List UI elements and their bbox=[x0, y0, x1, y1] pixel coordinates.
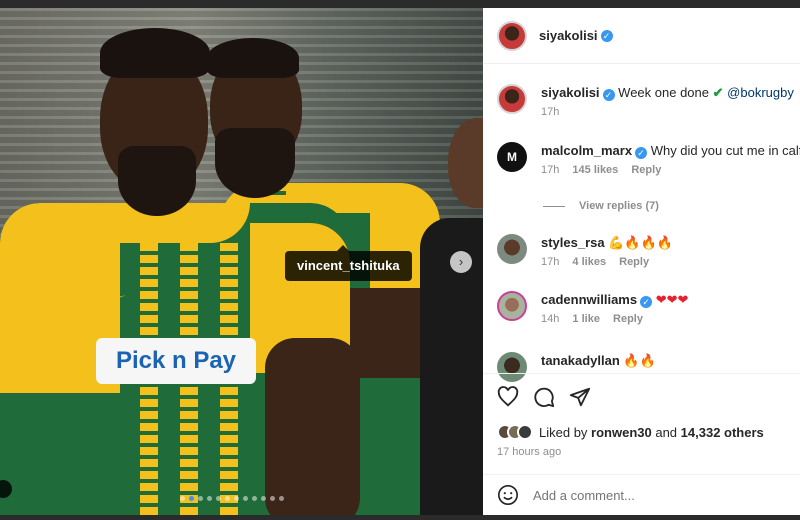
reply-button[interactable]: Reply bbox=[619, 256, 649, 268]
user-tag-label[interactable]: vincent_tshituka bbox=[285, 245, 412, 281]
comment-likes[interactable]: 4 likes bbox=[572, 256, 606, 268]
comment-username[interactable]: cadennwilliams bbox=[541, 292, 637, 307]
carousel-dot bbox=[234, 496, 239, 501]
add-comment-bar bbox=[483, 474, 800, 515]
chevron-right-icon[interactable]: › bbox=[450, 251, 472, 273]
carousel-dot bbox=[252, 496, 257, 501]
verified-badge-icon: ✓ bbox=[635, 147, 648, 159]
carousel-dot bbox=[261, 496, 266, 501]
comment-likes[interactable]: 145 likes bbox=[572, 164, 618, 176]
verified-badge-icon: ✓ bbox=[602, 89, 615, 101]
carousel-dots bbox=[180, 496, 284, 501]
comments-list[interactable]: siyakolisi ✓ Week one done ✔ @bokrugby 17… bbox=[483, 64, 800, 384]
comment-username[interactable]: tanakadyllan bbox=[541, 353, 620, 368]
comment-item: M malcolm_marx ✓ Why did you cut me in ca… bbox=[497, 142, 800, 176]
comment-username[interactable]: siyakolisi bbox=[541, 85, 600, 100]
liker-avatar bbox=[517, 424, 533, 440]
reply-button[interactable]: Reply bbox=[631, 164, 661, 176]
comment-item: siyakolisi ✓ Week one done ✔ @bokrugby 17… bbox=[497, 84, 800, 118]
carousel-dot bbox=[216, 496, 221, 501]
sponsor-logo: Pick n Pay bbox=[96, 338, 256, 384]
comment-username[interactable]: malcolm_marx bbox=[541, 143, 632, 158]
carousel-dot bbox=[180, 496, 185, 501]
carousel-dot bbox=[207, 496, 212, 501]
post-header: siyakolisi ✓ bbox=[483, 8, 800, 64]
comment-avatar[interactable] bbox=[497, 234, 527, 264]
verified-badge-icon: ✓ bbox=[640, 296, 653, 308]
author-username[interactable]: siyakolisi bbox=[539, 28, 598, 43]
liked-by-and: and bbox=[651, 424, 681, 440]
comment-text: Week one done bbox=[618, 85, 713, 100]
comment-text: Why did you cut me in calf 🤔 bbox=[650, 143, 800, 158]
view-replies-label: View replies (7) bbox=[579, 200, 659, 212]
post-sidebar: siyakolisi ✓ siyakolisi ✓ Week one done ✔… bbox=[483, 8, 800, 515]
verified-badge-icon: ✓ bbox=[600, 29, 613, 42]
check-icon: ✔ bbox=[712, 85, 724, 100]
carousel-dot bbox=[279, 496, 284, 501]
reply-button[interactable]: Reply bbox=[613, 313, 643, 325]
comment-mention[interactable]: @bokrugby bbox=[727, 85, 794, 100]
comment-text: ❤❤❤ bbox=[655, 292, 689, 307]
comment-item: cadennwilliams ✓ ❤❤❤ 14h 1 like Reply bbox=[497, 291, 800, 325]
liked-by-user[interactable]: ronwen30 bbox=[591, 425, 652, 440]
comment-likes[interactable]: 1 like bbox=[572, 313, 600, 325]
comment-icon[interactable] bbox=[533, 386, 555, 408]
liked-by-others[interactable]: 14,332 others bbox=[681, 425, 764, 440]
comment-time: 14h bbox=[541, 313, 560, 325]
comment-time: 17h bbox=[541, 106, 560, 118]
comment-time: 17h bbox=[541, 164, 560, 176]
carousel-dot bbox=[198, 496, 203, 501]
post-actions: Liked by ronwen30 and 14,332 others 17 h… bbox=[483, 373, 800, 483]
liked-by: Liked by ronwen30 and 14,332 others bbox=[497, 424, 800, 440]
carousel-dot bbox=[225, 496, 230, 501]
post-timestamp[interactable]: 17 hours ago bbox=[497, 446, 800, 458]
add-comment-input[interactable] bbox=[533, 487, 773, 503]
comment-text: 💪🔥🔥🔥 bbox=[608, 235, 673, 250]
comment-username[interactable]: styles_rsa bbox=[541, 235, 605, 250]
liked-by-prefix: Liked by bbox=[539, 424, 592, 440]
emoji-icon[interactable] bbox=[497, 484, 519, 506]
post-photo[interactable]: Pick n Pay vincent_tshituka › bbox=[0, 8, 483, 515]
comment-time: 17h bbox=[541, 256, 560, 268]
carousel-dot bbox=[270, 496, 275, 501]
author-avatar[interactable] bbox=[497, 20, 527, 51]
share-icon[interactable] bbox=[569, 386, 591, 408]
comment-text: 🔥🔥 bbox=[623, 353, 656, 368]
carousel-dot bbox=[243, 496, 248, 501]
view-replies-button[interactable]: View replies (7) bbox=[543, 200, 659, 212]
heart-icon[interactable] bbox=[497, 386, 519, 408]
comment-avatar[interactable]: M bbox=[497, 142, 527, 172]
nike-logo bbox=[86, 295, 126, 306]
comment-item: styles_rsa 💪🔥🔥🔥 17h 4 likes Reply bbox=[497, 234, 800, 268]
carousel-dot bbox=[189, 496, 194, 501]
sponsor-text: Pick n Pay bbox=[115, 347, 237, 374]
comment-avatar[interactable] bbox=[497, 291, 527, 321]
comment-avatar[interactable] bbox=[497, 84, 527, 114]
